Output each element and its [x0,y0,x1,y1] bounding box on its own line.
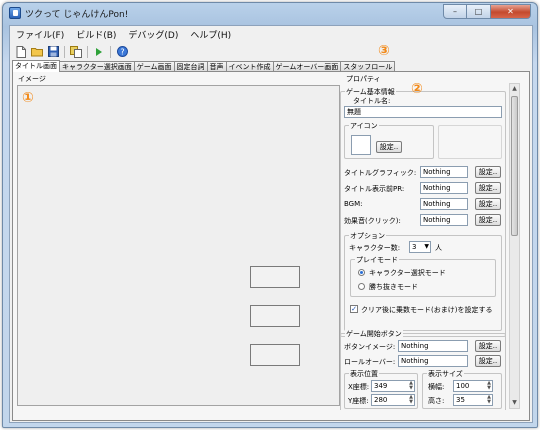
width-value: 100 [456,382,470,390]
character-count-select[interactable]: 3 ▼ [409,241,431,253]
app-window: ツクって じゃんけんPon! – □ ✕ ファイル(F) ビルド(B) デバッグ… [2,2,538,428]
character-count-value: 3 [412,243,417,251]
click-sound-label: 効果音(クリック): [344,217,401,225]
spin-arrows-icon: ▲ ▼ [409,394,413,405]
click-sound-input[interactable]: Nothing [420,214,468,226]
image-group-label: イメージ [18,75,46,83]
bgm-set-button[interactable]: 設定.. [475,198,501,210]
title-name-input[interactable]: 無題 [344,106,502,118]
menu-bar: ファイル(F) ビルド(B) デバッグ(D) ヘルプ(H) [10,26,532,43]
start-button-legend: ゲーム開始ボタン [345,329,403,339]
app-icon [9,7,21,19]
title-graphic-input[interactable]: Nothing [420,166,468,178]
scroll-down-icon[interactable]: ▼ [511,399,518,407]
icon-side-box [438,125,502,159]
help-icon[interactable]: ? [116,46,128,58]
marker-one: ① [22,90,34,106]
clear-bonus-checkbox[interactable]: ✓ [350,305,358,313]
spin-arrows-icon: ▲ ▼ [487,380,491,391]
minimize-button[interactable]: – [443,4,467,19]
mode-win-streak-radio[interactable] [358,283,365,290]
play-mode-legend: プレイモード [355,255,399,265]
icon-preview [351,135,371,155]
marker-three: ③ [378,43,390,59]
width-label: 横幅: [428,383,445,391]
y-coord-value: 280 [374,396,388,404]
icon-set-button[interactable]: 設定.. [376,141,402,153]
mode-character-select-radio[interactable] [358,269,365,276]
menu-build[interactable]: ビルド(B) [76,28,116,41]
width-input[interactable]: 100 ▲ ▼ [453,380,493,392]
height-input[interactable]: 35 ▲ ▼ [453,394,493,406]
pre-title-pr-label: タイトル表示前PR: [344,185,405,193]
mode-win-streak-label: 勝ち抜きモード [369,283,418,291]
pre-title-pr-set-button[interactable]: 設定.. [475,182,501,194]
rollover-set-button[interactable]: 設定.. [475,355,501,367]
x-coord-value: 349 [374,382,388,390]
save-icon[interactable] [47,46,59,58]
toolbar: ? [10,44,532,59]
menu-file[interactable]: ファイル(F) [16,28,64,41]
property-scrollbar[interactable]: ▲ ▼ [509,83,520,409]
y-coord-input[interactable]: 280 ▲ ▼ [371,394,415,406]
open-folder-icon[interactable] [31,46,43,58]
chevron-down-icon: ▼ [424,243,429,250]
property-pane: ゲーム基本情報 ② タイトル名: 無題 アイコン 設定.. タイトルグラフィック… [340,83,516,410]
button-image-label: ボタンイメージ: [344,343,396,351]
character-count-unit: 人 [435,244,442,252]
button-image-input[interactable]: Nothing [398,340,468,352]
run-icon[interactable] [93,46,105,58]
height-value: 35 [456,396,465,404]
button-placeholder-2[interactable] [250,305,300,327]
y-coord-label: Y座標: [348,397,369,405]
copy-icon[interactable] [70,45,82,58]
toolbar-separator [64,45,65,58]
spin-arrows-icon: ▲ ▼ [409,380,413,391]
menu-debug[interactable]: デバッグ(D) [128,28,178,41]
rollover-input[interactable]: Nothing [398,355,468,367]
scroll-up-icon[interactable]: ▲ [511,85,518,93]
window-controls: – □ ✕ [443,4,531,19]
spin-arrows-icon: ▲ ▼ [487,394,491,405]
display-position-legend: 表示位置 [349,369,379,379]
bgm-label: BGM: [344,200,363,208]
menu-help[interactable]: ヘルプ(H) [190,28,231,41]
mode-character-select-label: キャラクター選択モード [369,269,446,277]
title-bar[interactable]: ツクって じゃんけんPon! – □ ✕ [3,3,537,23]
clear-bonus-label: クリア後に乗数モード(おまけ)を設定する [361,306,493,314]
svg-text:?: ? [120,48,124,57]
character-count-label: キャラクター数: [349,244,401,252]
marker-two: ② [411,83,423,97]
icon-legend: アイコン [349,121,379,131]
close-button[interactable]: ✕ [491,4,531,19]
height-label: 高さ: [428,397,445,405]
scrollbar-thumb[interactable] [511,96,518,236]
toolbar-separator [110,45,111,58]
bgm-input[interactable]: Nothing [420,198,468,210]
title-name-label: タイトル名: [353,97,391,105]
x-coord-label: X座標: [348,383,370,391]
options-legend: オプション [349,231,386,241]
title-graphic-label: タイトルグラフィック: [344,169,417,177]
x-coord-input[interactable]: 349 ▲ ▼ [371,380,415,392]
maximize-button[interactable]: □ [467,4,491,19]
button-placeholder-3[interactable] [250,344,300,366]
window-title: ツクって じゃんけんPon! [25,10,129,20]
title-graphic-set-button[interactable]: 設定.. [475,166,501,178]
pre-title-pr-input[interactable]: Nothing [420,182,468,194]
rollover-label: ロールオーバー: [344,358,396,366]
new-file-icon[interactable] [15,45,27,58]
tab-title-screen[interactable]: タイトル画面 [12,60,60,72]
button-image-set-button[interactable]: 設定.. [475,340,501,352]
click-sound-set-button[interactable]: 設定.. [475,214,501,226]
button-placeholder-1[interactable] [250,266,300,288]
image-preview-canvas[interactable]: ① [17,85,340,406]
display-size-legend: 表示サイズ [427,369,464,379]
toolbar-separator [87,45,88,58]
